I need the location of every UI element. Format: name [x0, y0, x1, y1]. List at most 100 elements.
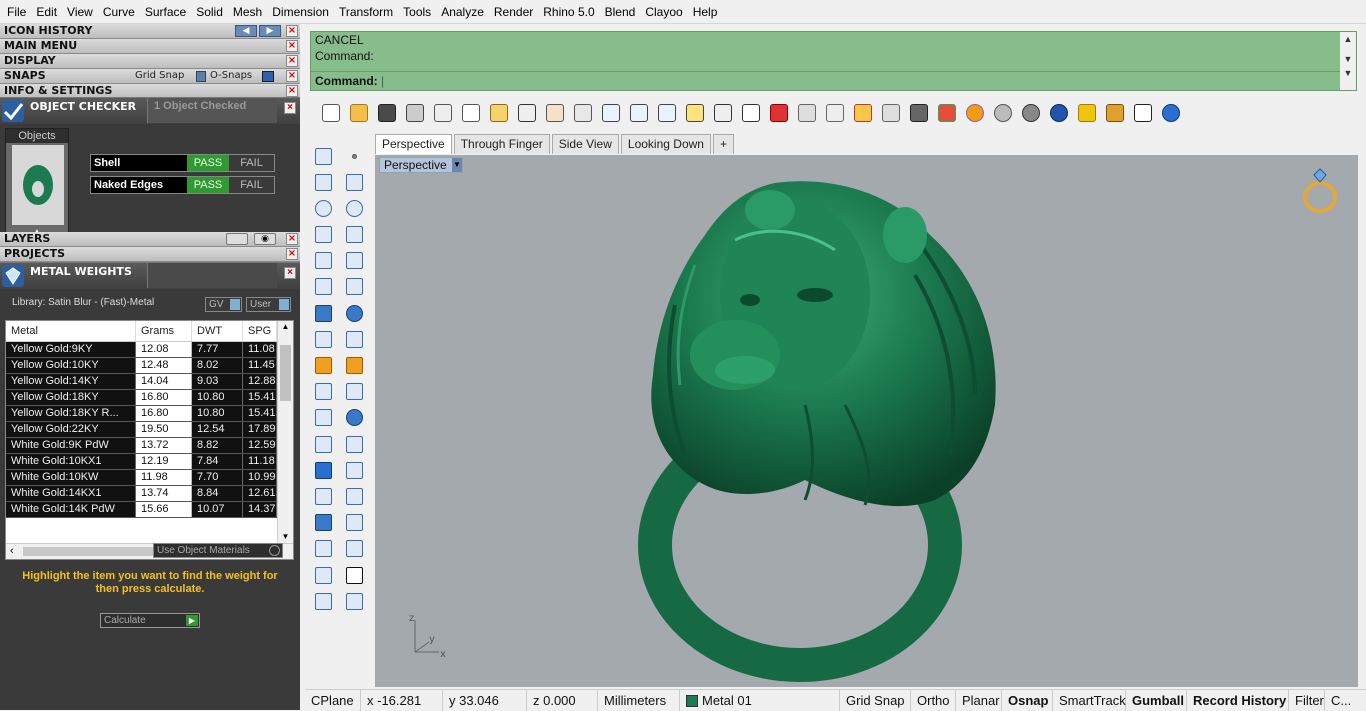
surface-grid-icon[interactable] [342, 327, 366, 351]
boolean-icon[interactable] [311, 406, 335, 430]
help-icon[interactable] [1158, 101, 1183, 126]
menu-item-surface[interactable]: Surface [140, 0, 191, 24]
close-icon[interactable]: × [284, 267, 296, 279]
eye-icon[interactable]: ◉ [254, 233, 276, 245]
grid-array-icon[interactable] [311, 537, 335, 561]
polyline-icon[interactable] [311, 170, 335, 194]
table-row[interactable]: White Gold:14KX1 13.74 8.84 12.61 [6, 486, 293, 502]
ellipse-icon[interactable] [342, 196, 366, 220]
cylinder-icon[interactable] [311, 327, 335, 351]
select-arrow-icon[interactable] [311, 144, 335, 168]
lion-ring-model[interactable] [375, 155, 1358, 687]
object-thumbnail[interactable] [12, 145, 64, 225]
table-row[interactable]: Yellow Gold:18KY R... 16.80 10.80 15.41 [6, 406, 293, 422]
close-icon[interactable]: × [286, 85, 298, 97]
menu-item-blend[interactable]: Blend [600, 0, 641, 24]
layer-visibility-icon[interactable] [226, 233, 248, 245]
four-viewports-icon[interactable] [738, 101, 763, 126]
move-icon[interactable] [342, 484, 366, 508]
close-icon[interactable]: × [286, 25, 298, 37]
scroll-down-icon[interactable]: ▼ [278, 531, 293, 543]
current-layer-button[interactable]: Metal 01 [680, 690, 840, 711]
sphere-dark-icon[interactable] [1018, 101, 1043, 126]
scale-icon[interactable] [342, 458, 366, 482]
solid-gray-icon[interactable] [311, 589, 335, 613]
dimension-icon[interactable] [1130, 101, 1155, 126]
tab-through-finger[interactable]: Through Finger [453, 134, 550, 154]
filter-toggle[interactable]: Filter [1289, 690, 1325, 711]
display-header[interactable]: DISPLAY × [0, 54, 300, 69]
gumball-toggle[interactable]: Gumball [1126, 690, 1187, 711]
table-row[interactable]: White Gold:14K PdW 15.66 10.07 14.37 [6, 502, 293, 518]
menu-item-view[interactable]: View [62, 0, 98, 24]
snaps-header[interactable]: SNAPS Grid Snap O-Snaps × [0, 69, 300, 84]
history-forward-arrow-icon[interactable]: ▶ [259, 25, 281, 37]
table-row[interactable]: White Gold:10KX1 12.19 7.84 11.18 [6, 454, 293, 470]
curve-icon[interactable] [311, 432, 335, 456]
lock-icon[interactable] [906, 101, 931, 126]
polygon-icon[interactable] [311, 223, 335, 247]
edit-points-icon[interactable] [311, 275, 335, 299]
snap-indicator-icon[interactable] [262, 71, 274, 82]
history-back-arrow-icon[interactable]: ◀ [235, 25, 257, 37]
zoom-extents-icon[interactable] [654, 101, 679, 126]
car-icon[interactable] [766, 101, 791, 126]
menu-item-rhino-5-0[interactable]: Rhino 5.0 [538, 0, 599, 24]
cube-blue-icon[interactable] [311, 511, 335, 535]
tab-perspective[interactable]: Perspective [375, 134, 452, 154]
menu-item-solid[interactable]: Solid [191, 0, 228, 24]
light-bulb-icon[interactable] [878, 101, 903, 126]
osnap-toggle[interactable]: Osnap [1002, 690, 1053, 711]
scroll-up-icon[interactable]: ▲ [1340, 34, 1356, 44]
open-folder-icon[interactable] [346, 101, 371, 126]
menu-item-edit[interactable]: Edit [31, 0, 62, 24]
menu-item-dimension[interactable]: Dimension [267, 0, 334, 24]
layers-icon[interactable] [934, 101, 959, 126]
menu-item-render[interactable]: Render [489, 0, 538, 24]
fillet-icon[interactable] [342, 249, 366, 273]
paint-icon[interactable] [342, 589, 366, 613]
explode-icon[interactable] [342, 354, 366, 378]
table-row[interactable]: Yellow Gold:9KY 12.08 7.77 11.08 [6, 342, 293, 358]
table-row[interactable]: Yellow Gold:18KY 16.80 10.80 15.41 [6, 390, 293, 406]
text-icon[interactable] [311, 458, 335, 482]
menu-item-analyze[interactable]: Analyze [436, 0, 489, 24]
split-icon[interactable] [342, 380, 366, 404]
main-menu-header[interactable]: MAIN MENU × [0, 39, 300, 54]
close-icon[interactable]: × [286, 233, 298, 245]
paste-icon[interactable] [486, 101, 511, 126]
zoom-selected-icon[interactable] [682, 101, 707, 126]
sphere-gray-icon[interactable] [990, 101, 1015, 126]
calculate-button[interactable]: Calculate ▶ [100, 613, 200, 628]
spheres-icon[interactable] [342, 406, 366, 430]
close-icon[interactable]: × [286, 40, 298, 52]
units-button[interactable]: Millimeters [598, 690, 680, 711]
point-icon[interactable] [342, 144, 366, 168]
menu-item-mesh[interactable]: Mesh [228, 0, 267, 24]
table-row[interactable]: Yellow Gold:22KY 19.50 12.54 17.89 [6, 422, 293, 438]
scroll-thumb[interactable] [280, 345, 291, 401]
grid-snap-toggle[interactable]: Grid Snap [135, 69, 184, 83]
smarttrack-toggle[interactable]: SmartTrack [1053, 690, 1126, 711]
menu-item-file[interactable]: File [2, 0, 31, 24]
render-icon[interactable] [1074, 101, 1099, 126]
new-file-icon[interactable] [318, 101, 343, 126]
project-icon[interactable] [342, 511, 366, 535]
gv-toggle[interactable]: GV [205, 297, 242, 312]
status-more[interactable]: C... [1325, 690, 1351, 711]
o-snaps-toggle[interactable]: O-Snaps [210, 69, 252, 83]
use-object-materials-checkbox[interactable]: Use Object Materials [153, 543, 283, 558]
command-scrollbar[interactable]: ▲ ▼ ▼ [1340, 32, 1356, 90]
tab-side-view[interactable]: Side View [551, 134, 619, 154]
rectangle-icon[interactable] [342, 223, 366, 247]
color-wheel-icon[interactable] [962, 101, 987, 126]
cplane-button[interactable]: CPlane [305, 690, 361, 711]
close-icon[interactable]: × [286, 55, 298, 67]
close-icon[interactable]: × [286, 248, 298, 260]
undo-icon[interactable] [514, 101, 539, 126]
close-icon[interactable]: × [284, 102, 296, 114]
move-view-icon[interactable] [570, 101, 595, 126]
scroll-up-icon[interactable]: ▲ [278, 321, 293, 333]
ring-icon[interactable] [1300, 165, 1340, 215]
command-prompt[interactable]: Command: | [311, 71, 1341, 91]
